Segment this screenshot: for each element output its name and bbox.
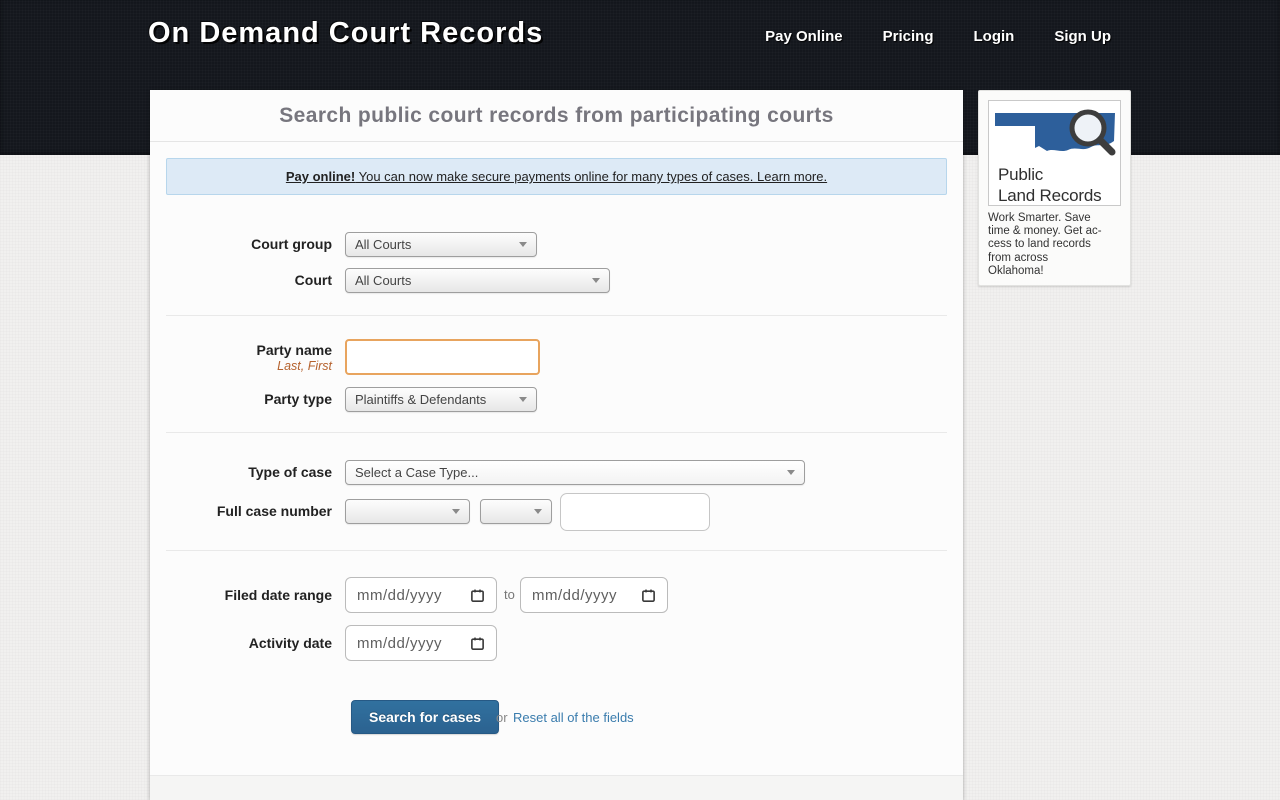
nav-login[interactable]: Login [974,28,1015,45]
divider [166,315,947,316]
page-title: Search public court records from partici… [279,104,833,128]
court-group-row: Court group All Courts [150,232,963,257]
court-select[interactable]: All Courts [345,268,610,293]
nav-sign-up[interactable]: Sign Up [1054,28,1111,45]
public-land-records-image[interactable]: Public Land Records [988,100,1121,206]
nav-pricing[interactable]: Pricing [883,28,934,45]
court-row: Court All Courts [150,268,963,293]
chevron-down-icon [787,470,795,475]
pay-online-banner-link[interactable]: Pay online! You can now make secure paym… [286,169,827,184]
case-type-select[interactable]: Select a Case Type... [345,460,805,485]
filed-date-row: Filed date range mm/dd/yyyy to mm/dd/yyy… [150,577,963,613]
party-type-select[interactable]: Plaintiffs & Defendants [345,387,537,412]
filed-date-start-input[interactable]: mm/dd/yyyy [345,577,497,613]
oklahoma-map-with-magnifier-icon [989,101,1121,159]
panel-title-bar: Search public court records from partici… [150,90,963,142]
reset-fields-link[interactable]: Reset all of the fields [513,710,634,725]
divider [166,432,947,433]
case-number-type-select[interactable] [345,499,470,524]
chevron-down-icon [534,509,542,514]
party-name-hint: Last, First [150,359,332,373]
party-name-label: Party nameLast, First [150,342,332,373]
party-name-input[interactable] [345,339,540,375]
top-nav: Pay Online Pricing Login Sign Up [765,28,1111,45]
chevron-down-icon [452,509,460,514]
party-name-row: Party nameLast, First [150,339,963,375]
actions-row: Search for cases or Reset all of the fie… [150,700,963,734]
chevron-down-icon [592,278,600,283]
activity-date-row: Activity date mm/dd/yyyy [150,625,963,661]
case-type-label: Type of case [150,464,332,480]
search-panel: Search public court records from partici… [150,90,963,800]
calendar-icon[interactable] [470,636,485,651]
calendar-icon[interactable] [641,588,656,603]
activity-date-input[interactable]: mm/dd/yyyy [345,625,497,661]
court-label: Court [150,272,332,288]
page: On Demand Court Records Pay Online Prici… [0,0,1280,800]
date-joiner: to [504,587,515,602]
party-type-label: Party type [150,391,332,407]
filed-date-end-input[interactable]: mm/dd/yyyy [520,577,668,613]
panel-footer [150,775,963,800]
ad-title: Public Land Records [998,165,1120,206]
case-number-input[interactable] [560,493,710,531]
nav-pay-online[interactable]: Pay Online [765,28,843,45]
court-group-label: Court group [150,236,332,252]
divider [166,550,947,551]
activity-date-label: Activity date [150,635,332,651]
party-type-row: Party type Plaintiffs & Defendants [150,387,963,412]
case-number-year-select[interactable] [480,499,552,524]
public-land-records-ad: Public Land Records Work Smarter. Save t… [978,90,1131,286]
chevron-down-icon [519,242,527,247]
search-for-cases-button[interactable]: Search for cases [351,700,499,734]
or-text: or [496,710,508,725]
case-number-label: Full case number [150,503,332,519]
case-type-row: Type of case Select a Case Type... [150,460,963,485]
filed-date-label: Filed date range [150,587,332,603]
ad-description: Work Smarter. Save time & money. Get ac-… [988,212,1121,278]
case-number-row: Full case number [150,493,963,531]
site-logo[interactable]: On Demand Court Records [148,17,543,50]
chevron-down-icon [519,397,527,402]
pay-online-banner: Pay online! You can now make secure paym… [166,158,947,195]
calendar-icon[interactable] [470,588,485,603]
court-group-select[interactable]: All Courts [345,232,537,257]
